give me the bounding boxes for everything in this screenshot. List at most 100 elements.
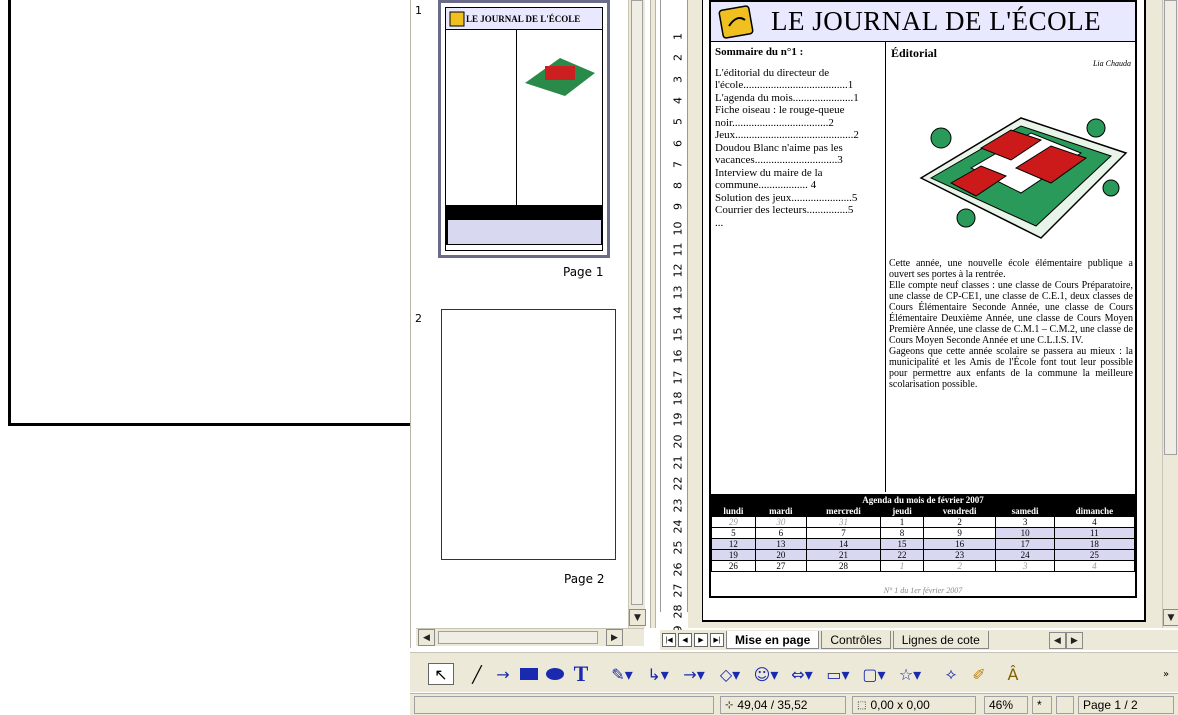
table-of-contents: Sommaire du n°1 : L'éditorial du directe…	[715, 46, 881, 229]
chevron-down-icon: ▼	[634, 612, 641, 623]
ruler-mark: 11	[671, 242, 685, 257]
agenda-week-row: 12 13 14 15 16 17 18	[711, 538, 1136, 550]
agenda-week-row: 5 6 7 8 9 10 11	[711, 527, 1136, 539]
agenda-day-cell: 4	[1053, 516, 1136, 528]
fontwork-icon[interactable]: Â	[1002, 663, 1024, 685]
toc-item: Interview du maire de la commune........…	[715, 166, 823, 192]
agenda-day-cell: 4	[1053, 560, 1136, 572]
ruler-mark: 14	[671, 306, 685, 321]
toc-item: ...	[715, 216, 724, 229]
tab-lignes-de-cote[interactable]: Lignes de cote	[892, 631, 989, 649]
page-thumbnail-2[interactable]	[441, 309, 616, 560]
page-number: 2	[415, 312, 422, 325]
flowchart-icon[interactable]: ▭▾	[822, 663, 854, 685]
status-message	[414, 696, 714, 714]
next-tab-button[interactable]: ▶	[694, 633, 708, 647]
tabs-scroll-right[interactable]: ▶	[1065, 631, 1083, 649]
ruler-mark: 21	[671, 455, 685, 470]
arrow-line-icon[interactable]: →	[492, 663, 514, 685]
line-icon[interactable]: ╱	[466, 663, 488, 685]
agenda-day-cell: 10	[995, 527, 1055, 539]
layer-tabs-bar: |◀ ◀ ▶ ▶| Mise en page Contrôles Lignes …	[660, 630, 1178, 650]
journal-title: LE JOURNAL DE L'ÉCOLE	[771, 6, 1102, 36]
scroll-right-button[interactable]: ▶	[606, 629, 623, 646]
basic-shapes-icon[interactable]: ◇▾	[714, 663, 746, 685]
ruler-mark: 8	[671, 182, 685, 190]
panel-splitter[interactable]	[650, 0, 656, 628]
editorial-section: Éditorial Lia Chauda	[891, 46, 1131, 68]
first-tab-button[interactable]: |◀	[662, 633, 676, 647]
agenda-day-cell: 3	[995, 560, 1055, 572]
glue-icon[interactable]: ✐	[968, 663, 990, 685]
toc-item: L'agenda du mois......................1	[715, 91, 859, 104]
scroll-down-button[interactable]: ▼	[1163, 609, 1178, 626]
chevron-right-icon: ▶	[1070, 634, 1078, 645]
select-icon[interactable]: ↖	[428, 663, 454, 685]
document-canvas[interactable]: LE JOURNAL DE L'ÉCOLE Sommaire du n°1 : …	[688, 0, 1162, 628]
page-number: 1	[415, 4, 422, 17]
toc-item: Courrier des lecteurs...............5	[715, 204, 854, 216]
tabs-scroll-left[interactable]: ◀	[1048, 631, 1066, 649]
block-arrows-icon[interactable]: ⇔▾	[786, 663, 818, 685]
agenda-day-cell: 7	[805, 527, 882, 539]
agenda-day-cell: 2	[922, 516, 997, 528]
document-scrollbar[interactable]: ▼	[1162, 0, 1178, 628]
agenda-day-cell: 15	[880, 538, 924, 550]
page-frame: LE JOURNAL DE L'ÉCOLE Sommaire du n°1 : …	[709, 0, 1137, 598]
ruler-mark: 2	[671, 54, 685, 62]
agenda-day-cell: 17	[995, 538, 1055, 550]
tab-mise-en-page[interactable]: Mise en page	[726, 631, 820, 649]
points-icon[interactable]: ⟡	[940, 663, 962, 685]
ruler-mark: 5	[671, 118, 685, 126]
agenda-day-cell: 2	[922, 560, 997, 572]
connector-icon[interactable]: ↳▾	[642, 663, 674, 685]
symbol-shapes-icon[interactable]: ☺▾	[750, 663, 782, 685]
page-indicator: Page 1 / 2	[1078, 696, 1174, 714]
agenda-day-cell: 31	[805, 516, 882, 528]
lines-arrows-icon[interactable]: →▾	[678, 663, 710, 685]
agenda-day-cell: 21	[805, 549, 882, 561]
page-label-1: Page 1	[563, 265, 604, 279]
prev-tab-button[interactable]: ◀	[678, 633, 692, 647]
agenda-day-cell: 9	[922, 527, 997, 539]
rectangle-icon[interactable]	[518, 663, 540, 685]
callouts-icon[interactable]: ▢▾	[858, 663, 890, 685]
agenda-day-cell: 1	[880, 560, 924, 572]
issue-footer: N° 1 du 1er février 2007	[883, 586, 963, 595]
agenda-day-cell: 28	[805, 560, 882, 572]
ruler-mark: 9	[671, 203, 685, 211]
ruler-mark: 7	[671, 160, 685, 168]
signature-field[interactable]	[1056, 696, 1074, 714]
ruler-mark: 13	[671, 285, 685, 300]
stars-icon[interactable]: ☆▾	[894, 663, 926, 685]
pages-panel: 1 LE JOURNAL DE L'ÉCOLE Page 1 2 Page 2	[410, 0, 638, 648]
ruler-mark: 12	[671, 263, 685, 278]
toc-item: Jeux....................................…	[715, 129, 859, 141]
last-tab-button[interactable]: ▶|	[710, 633, 724, 647]
agenda-day-cell: 16	[922, 538, 997, 550]
page-thumbnail-1[interactable]: LE JOURNAL DE L'ÉCOLE	[438, 0, 610, 258]
ruler-mark: 6	[671, 139, 685, 147]
agenda-day-cell: 25	[1053, 549, 1136, 561]
ellipse-icon[interactable]	[544, 663, 566, 685]
agenda-day-header: lundi	[711, 505, 756, 517]
agenda-week-row: 26 27 28 1 2 3 4	[711, 560, 1136, 572]
toc-list: L'éditorial du directeur de l'école.....…	[715, 67, 881, 230]
tab-controles[interactable]: Contrôles	[821, 631, 891, 649]
ruler-mark: 27	[671, 583, 685, 598]
vertical-ruler: 1 2 3 4 5 6 7 8 9 10 11 12 13 14 15 16 17 18 19 20 21 22 23 24 2…	[660, 0, 688, 640]
pages-panel-hscroll[interactable]: ◀ ▶	[416, 628, 644, 646]
text-icon[interactable]: T	[570, 661, 592, 686]
curve-icon[interactable]: ✎▾	[606, 663, 638, 685]
agenda-day-header: vendredi	[922, 505, 997, 517]
pages-panel-scrollbar[interactable]: ▼	[628, 0, 646, 628]
scroll-left-button[interactable]: ◀	[418, 629, 435, 646]
hscroll-thumb[interactable]	[438, 631, 598, 644]
toolbar-overflow-icon[interactable]: »	[1158, 663, 1174, 685]
scroll-down-button[interactable]: ▼	[629, 609, 646, 626]
page-paper: LE JOURNAL DE L'ÉCOLE Sommaire du n°1 : …	[702, 0, 1146, 622]
ruler-mark: 22	[671, 476, 685, 491]
zoom-level[interactable]: 46%	[984, 696, 1028, 714]
scroll-thumb[interactable]	[1164, 0, 1177, 455]
agenda-day-cell: 1	[880, 516, 924, 528]
